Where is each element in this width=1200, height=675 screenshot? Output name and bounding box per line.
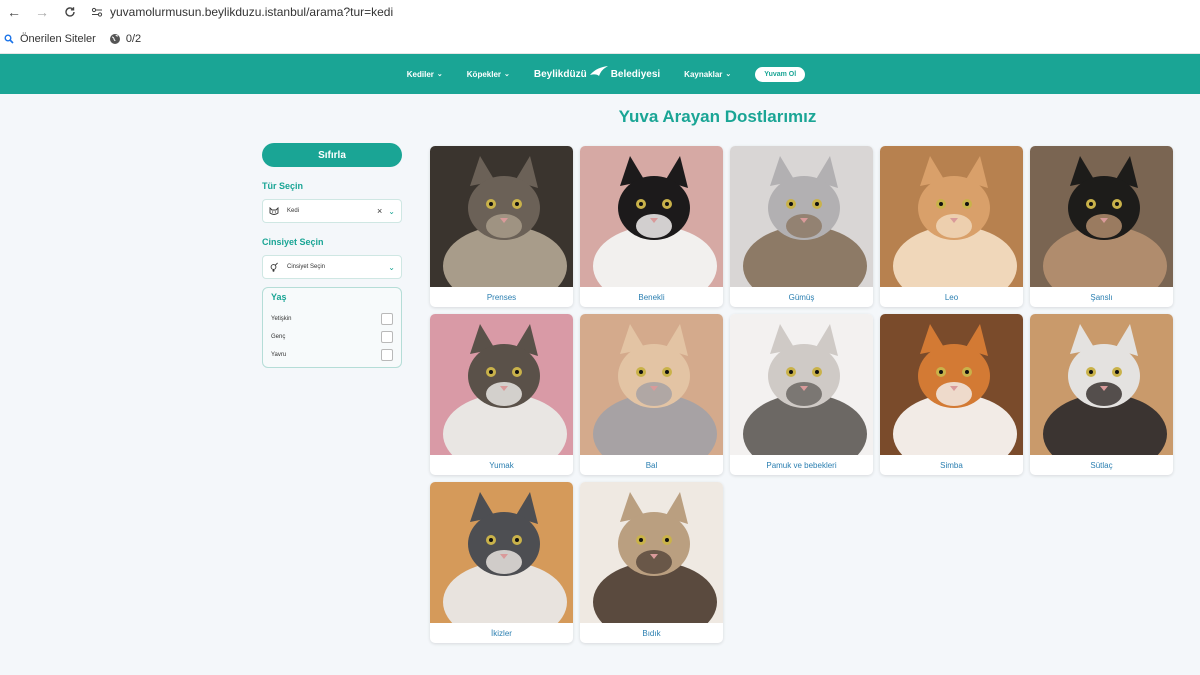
age-option-adult[interactable]: Yetişkin <box>271 310 393 328</box>
adopt-button[interactable]: Yuvam Ol <box>755 66 806 82</box>
back-arrow-icon: ← <box>7 4 21 20</box>
cat-photo-illustration <box>430 146 573 287</box>
back-button[interactable]: ← <box>0 0 28 24</box>
cat-face-icon <box>269 206 283 216</box>
bird-logo-icon <box>589 65 609 84</box>
gender-icon <box>269 262 283 272</box>
pet-card[interactable]: Prenses <box>430 146 573 307</box>
cat-photo-illustration <box>430 482 573 623</box>
pet-photo[interactable] <box>580 314 723 455</box>
cat-photo-illustration <box>1030 146 1173 287</box>
site-settings-icon[interactable] <box>88 3 106 21</box>
pet-name[interactable]: Bıdık <box>580 623 723 643</box>
chevron-down-icon[interactable]: ⌄ <box>388 207 395 216</box>
age-option-baby[interactable]: Yavru <box>271 346 393 364</box>
age-checkbox-baby[interactable] <box>381 349 393 361</box>
pet-card[interactable]: İkizler <box>430 482 573 643</box>
pet-photo[interactable] <box>430 146 573 287</box>
cat-photo-illustration <box>880 314 1023 455</box>
site-logo[interactable]: Beylikdüzü Belediyesi <box>534 65 660 84</box>
chevron-down-icon: ⌄ <box>436 71 443 78</box>
type-select-value: Kedi <box>287 208 300 214</box>
pet-photo[interactable] <box>1030 314 1173 455</box>
filter-sidebar: Sıfırla Tür Seçin Kedi × ⌄ Cinsiyet Seçi… <box>262 143 402 368</box>
globe-icon <box>108 32 122 46</box>
pet-name[interactable]: Simba <box>880 455 1023 475</box>
age-checkbox-adult[interactable] <box>381 313 393 325</box>
pet-photo[interactable] <box>730 146 873 287</box>
nav-dogs[interactable]: Köpekler ⌄ <box>467 70 510 79</box>
pet-photo[interactable] <box>730 314 873 455</box>
pet-name[interactable]: İkizler <box>430 623 573 643</box>
pet-card[interactable]: Bıdık <box>580 482 723 643</box>
pet-name[interactable]: Yumak <box>430 455 573 475</box>
gender-select[interactable]: Cinsiyet Seçin ⌄ <box>262 255 402 279</box>
cat-photo-illustration <box>580 146 723 287</box>
age-option-young[interactable]: Genç <box>271 328 393 346</box>
pet-photo[interactable] <box>430 482 573 623</box>
gender-filter-label: Cinsiyet Seçin <box>262 237 324 247</box>
pet-photo[interactable] <box>580 146 723 287</box>
pet-card[interactable]: Bal <box>580 314 723 475</box>
reload-icon <box>65 7 75 17</box>
nav-resources[interactable]: Kaynaklar ⌄ <box>684 70 731 79</box>
pet-grid: Prenses Benekli Gümüş Leo Şanslı Yumak B… <box>430 146 1174 643</box>
pet-card[interactable]: Yumak <box>430 314 573 475</box>
browser-toolbar: ← → yuvamolurmusun.beylikduzu.istanbul/a… <box>0 0 1200 24</box>
pet-card[interactable]: Pamuk ve bebekleri <box>730 314 873 475</box>
cat-photo-illustration <box>880 146 1023 287</box>
age-filter-box: Yaş Yetişkin Genç Yavru <box>262 287 402 368</box>
pet-name[interactable]: Şanslı <box>1030 287 1173 307</box>
address-bar[interactable]: yuvamolurmusun.beylikduzu.istanbul/arama… <box>88 0 393 24</box>
reset-button[interactable]: Sıfırla <box>262 143 402 167</box>
cat-photo-illustration <box>1030 314 1173 455</box>
type-select[interactable]: Kedi × ⌄ <box>262 199 402 223</box>
bookmarks-bar: Önerilen Siteler 0/2 <box>0 24 1200 54</box>
cat-photo-illustration <box>430 314 573 455</box>
forward-arrow-icon: → <box>35 4 49 20</box>
pet-name[interactable]: Pamuk ve bebekleri <box>730 455 873 475</box>
pet-card[interactable]: Şanslı <box>1030 146 1173 307</box>
cat-photo-illustration <box>730 146 873 287</box>
pet-photo[interactable] <box>880 146 1023 287</box>
reload-button[interactable] <box>56 0 84 24</box>
pet-photo[interactable] <box>580 482 723 623</box>
pet-card[interactable]: Leo <box>880 146 1023 307</box>
age-checkbox-young[interactable] <box>381 331 393 343</box>
age-filter-title: Yaş <box>271 292 287 302</box>
bookmark-counter[interactable]: 0/2 <box>108 32 141 46</box>
chevron-down-icon[interactable]: ⌄ <box>388 263 395 272</box>
cat-photo-illustration <box>580 482 723 623</box>
cat-photo-illustration <box>730 314 873 455</box>
clear-icon[interactable]: × <box>377 206 382 216</box>
pet-name[interactable]: Prenses <box>430 287 573 307</box>
pet-name[interactable]: Sütlaç <box>1030 455 1173 475</box>
page-title: Yuva Arayan Dostlarımız <box>618 107 817 126</box>
pet-photo[interactable] <box>1030 146 1173 287</box>
pet-card[interactable]: Simba <box>880 314 1023 475</box>
url-text[interactable]: yuvamolurmusun.beylikduzu.istanbul/arama… <box>110 5 393 19</box>
pet-name[interactable]: Gümüş <box>730 287 873 307</box>
pet-name[interactable]: Bal <box>580 455 723 475</box>
bookmark-suggested-sites[interactable]: Önerilen Siteler <box>2 32 96 46</box>
chevron-down-icon: ⌄ <box>504 71 510 78</box>
pet-card[interactable]: Sütlaç <box>1030 314 1173 475</box>
pet-name[interactable]: Leo <box>880 287 1023 307</box>
chevron-down-icon: ⌄ <box>725 71 732 78</box>
cat-photo-illustration <box>580 314 723 455</box>
site-navbar: Kediler ⌄ Köpekler ⌄ Beylikdüzü Belediyesi… <box>0 54 1200 94</box>
type-filter-label: Tür Seçin <box>262 181 304 191</box>
pet-photo[interactable] <box>430 314 573 455</box>
pet-card[interactable]: Benekli <box>580 146 723 307</box>
search-icon <box>2 32 16 46</box>
nav-cats[interactable]: Kediler ⌄ <box>407 70 443 79</box>
pet-card[interactable]: Gümüş <box>730 146 873 307</box>
forward-button[interactable]: → <box>28 0 56 24</box>
pet-name[interactable]: Benekli <box>580 287 723 307</box>
pet-photo[interactable] <box>880 314 1023 455</box>
gender-select-placeholder: Cinsiyet Seçin <box>287 264 326 270</box>
